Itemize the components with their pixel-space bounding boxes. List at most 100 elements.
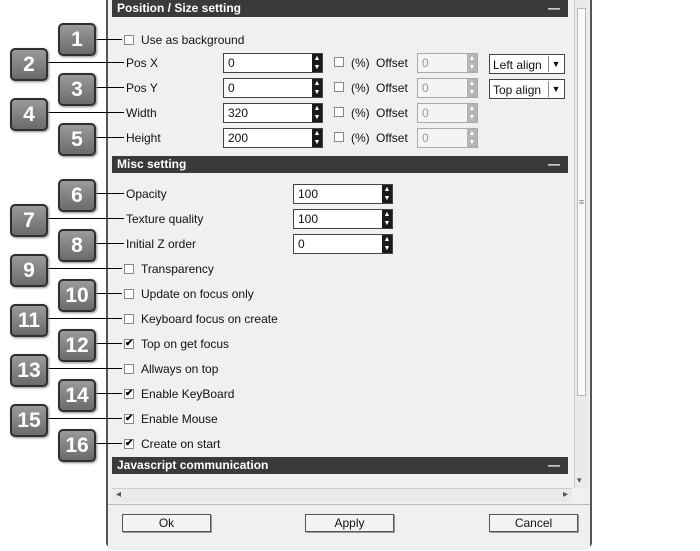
horizontal-scrollbar[interactable]: ◂ ▸ (112, 488, 572, 502)
height-offset-label: Offset (376, 131, 408, 145)
ok-button[interactable]: Ok (122, 514, 211, 532)
width-offset-spinner[interactable]: 0 ▲ ▼ (417, 103, 478, 123)
collapse-icon[interactable]: — (548, 0, 560, 17)
spin-down-icon[interactable]: ▼ (382, 194, 392, 203)
pos-y-percent-checkbox[interactable] (334, 82, 344, 92)
pos-x-offset-label: Offset (376, 56, 408, 70)
pos-x-percent-label: (%) (351, 56, 370, 70)
callout-leader (48, 418, 122, 419)
create-on-start-checkbox[interactable]: ✔ (124, 439, 134, 449)
spin-up-icon[interactable]: ▲ (467, 79, 477, 88)
callout-badge-11: 11 (10, 304, 48, 337)
pos-x-spinner[interactable]: 0 ▲ ▼ (223, 53, 323, 73)
section-header-misc[interactable]: Misc setting — (112, 156, 568, 173)
apply-button[interactable]: Apply (305, 514, 394, 532)
horizontal-align-select[interactable]: Left align ▼ (489, 54, 565, 74)
callout-badge-13: 13 (10, 354, 48, 387)
spin-up-icon[interactable]: ▲ (312, 54, 322, 63)
height-percent-label: (%) (351, 131, 370, 145)
scroll-right-icon[interactable]: ▸ (563, 489, 568, 500)
pos-y-label: Pos Y (126, 81, 158, 95)
pos-x-offset-spinner[interactable]: 0 ▲ ▼ (417, 53, 478, 73)
callout-badge-15: 15 (10, 404, 48, 437)
section-header-javascript[interactable]: Javascript communication — (112, 457, 568, 474)
texture-quality-spinner[interactable]: 100 ▲ ▼ (293, 209, 393, 229)
spin-up-icon[interactable]: ▲ (382, 185, 392, 194)
enable-keyboard-checkbox[interactable]: ✔ (124, 389, 134, 399)
section-title: Position / Size setting (117, 1, 242, 15)
spin-down-icon[interactable]: ▼ (312, 138, 322, 147)
spin-down-icon[interactable]: ▼ (382, 219, 392, 228)
initial-z-order-value: 0 (298, 237, 305, 251)
collapse-icon[interactable]: — (548, 156, 560, 173)
pos-x-percent-checkbox[interactable] (334, 57, 344, 67)
spin-down-icon[interactable]: ▼ (312, 113, 322, 122)
width-spinner[interactable]: 320 ▲ ▼ (223, 103, 323, 123)
opacity-label: Opacity (126, 187, 167, 201)
height-offset-value: 0 (422, 131, 429, 145)
opacity-value: 100 (298, 187, 319, 201)
pos-y-offset-spinner[interactable]: 0 ▲ ▼ (417, 78, 478, 98)
width-offset-label: Offset (376, 106, 408, 120)
spin-up-icon[interactable]: ▲ (312, 104, 322, 113)
enable-mouse-checkbox[interactable]: ✔ (124, 414, 134, 424)
scrollbar-thumb[interactable]: ≡ (577, 8, 586, 396)
callout-badge-9: 9 (10, 254, 48, 287)
keyboard-focus-on-create-label: Keyboard focus on create (141, 312, 278, 326)
use-as-background-checkbox[interactable] (124, 35, 134, 45)
spin-down-icon[interactable]: ▼ (382, 244, 392, 253)
initial-z-order-label: Initial Z order (126, 237, 197, 251)
height-value: 200 (228, 131, 249, 145)
vertical-align-select[interactable]: Top align ▼ (489, 79, 565, 99)
width-value: 320 (228, 106, 249, 120)
spin-down-icon[interactable]: ▼ (467, 88, 477, 97)
width-offset-value: 0 (422, 106, 429, 120)
dropdown-arrow-icon[interactable]: ▼ (548, 56, 563, 72)
spin-down-icon[interactable]: ▼ (467, 113, 477, 122)
top-on-get-focus-checkbox[interactable]: ✔ (124, 339, 134, 349)
cancel-button[interactable]: Cancel (489, 514, 578, 532)
spin-up-icon[interactable]: ▲ (312, 79, 322, 88)
enable-keyboard-label: Enable KeyBoard (141, 387, 235, 401)
callout-badge-7: 7 (10, 204, 48, 237)
callout-badge-12: 12 (58, 329, 96, 362)
pos-x-value: 0 (228, 56, 235, 70)
initial-z-order-spinner[interactable]: 0 ▲ ▼ (293, 234, 393, 254)
height-spinner[interactable]: 200 ▲ ▼ (223, 128, 323, 148)
update-on-focus-only-label: Update on focus only (141, 287, 254, 301)
callout-badge-6: 6 (58, 179, 96, 212)
opacity-spinner[interactable]: 100 ▲ ▼ (293, 184, 393, 204)
callout-leader (48, 268, 122, 269)
section-header-position[interactable]: Position / Size setting — (112, 0, 568, 17)
collapse-icon[interactable]: — (548, 457, 560, 474)
top-on-get-focus-label: Top on get focus (141, 337, 230, 351)
callout-leader (95, 87, 124, 88)
scroll-down-icon[interactable]: ▾ (577, 475, 582, 486)
texture-quality-value: 100 (298, 212, 319, 226)
spin-up-icon[interactable]: ▲ (312, 129, 322, 138)
spin-up-icon[interactable]: ▲ (467, 129, 477, 138)
update-on-focus-only-checkbox[interactable] (124, 289, 134, 299)
spin-up-icon[interactable]: ▲ (382, 210, 392, 219)
spin-down-icon[interactable]: ▼ (312, 63, 322, 72)
dropdown-arrow-icon[interactable]: ▼ (548, 81, 563, 97)
use-as-background-label: Use as background (141, 33, 245, 47)
spin-up-icon[interactable]: ▲ (467, 54, 477, 63)
vertical-scrollbar[interactable]: ≡ ▾ (574, 0, 588, 488)
width-percent-checkbox[interactable] (334, 107, 344, 117)
spin-down-icon[interactable]: ▼ (467, 63, 477, 72)
spin-down-icon[interactable]: ▼ (467, 138, 477, 147)
spin-down-icon[interactable]: ▼ (312, 88, 322, 97)
always-on-top-checkbox[interactable] (124, 364, 134, 374)
horizontal-align-value: Left align (493, 58, 542, 72)
spin-up-icon[interactable]: ▲ (467, 104, 477, 113)
keyboard-focus-on-create-checkbox[interactable] (124, 314, 134, 324)
spin-up-icon[interactable]: ▲ (382, 235, 392, 244)
create-on-start-label: Create on start (141, 437, 221, 451)
transparency-checkbox[interactable] (124, 264, 134, 274)
height-offset-spinner[interactable]: 0 ▲ ▼ (417, 128, 478, 148)
scroll-left-icon[interactable]: ◂ (116, 489, 121, 500)
height-percent-checkbox[interactable] (334, 132, 344, 142)
pos-y-spinner[interactable]: 0 ▲ ▼ (223, 78, 323, 98)
callout-badge-1: 1 (58, 23, 96, 56)
